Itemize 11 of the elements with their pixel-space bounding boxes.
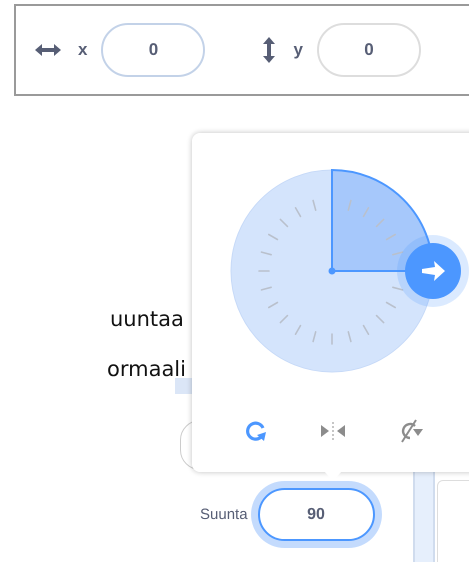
axis-label: x <box>78 40 88 60</box>
direction-label: Suunta <box>200 506 248 523</box>
text-line: ormaali <box>107 356 186 383</box>
coordinate-field[interactable]: 0 <box>101 23 206 77</box>
text-line: uuntaa <box>110 306 185 333</box>
axis-label: y <box>293 40 303 60</box>
coordinate-field[interactable]: 0 <box>316 23 421 77</box>
vertical-arrow-icon <box>261 36 278 64</box>
direction-field[interactable]: 90 <box>250 481 382 548</box>
dial-handle[interactable] <box>397 235 469 307</box>
horizontal-arrow-icon <box>34 42 62 58</box>
